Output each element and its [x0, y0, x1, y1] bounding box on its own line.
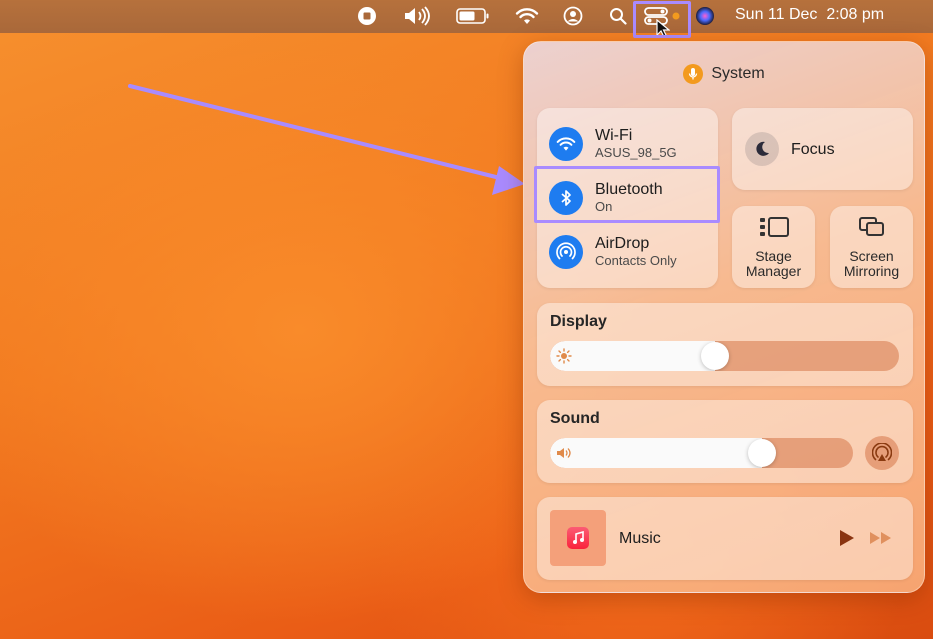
panel-header: System	[524, 64, 924, 84]
airdrop-title: AirDrop	[595, 235, 650, 252]
screen-mirroring-label-2: Mirroring	[843, 262, 900, 279]
fast-forward-icon[interactable]	[869, 531, 893, 550]
stage-manager-tile[interactable]: Stage Manager	[732, 206, 815, 288]
airdrop-status: Contacts Only	[595, 253, 677, 268]
music-note-icon	[567, 527, 589, 549]
wifi-title: Wi-Fi	[595, 127, 633, 144]
airplay-audio-icon	[872, 443, 892, 461]
wifi-toggle[interactable]: Wi-Fi ASUS_98_5G	[549, 126, 677, 161]
sound-slider-fill	[550, 438, 762, 468]
bluetooth-highlight	[534, 166, 720, 223]
airdrop-toggle[interactable]: AirDrop Contacts Only	[549, 234, 677, 269]
play-icon[interactable]	[837, 529, 855, 552]
screen-mirroring-label-1: Screen	[849, 247, 894, 264]
focus-tile[interactable]: Focus	[732, 108, 913, 190]
focus-label: Focus	[791, 140, 835, 158]
display-tile: Display	[537, 303, 913, 386]
display-brightness-slider[interactable]	[550, 341, 899, 371]
panel-header-label: System	[711, 65, 765, 82]
stage-manager-icon	[758, 216, 790, 243]
speaker-icon	[556, 445, 572, 461]
stage-manager-label-1: Stage	[755, 247, 792, 264]
microphone-icon	[683, 64, 704, 84]
display-slider-fill	[550, 341, 715, 371]
brightness-icon	[556, 348, 572, 364]
stage-manager-label-2: Manager	[745, 262, 802, 279]
airdrop-icon	[549, 234, 583, 269]
moon-icon	[745, 132, 779, 166]
screen-mirroring-icon	[858, 216, 886, 243]
sound-title: Sound	[550, 410, 600, 427]
control-center-panel: System Wi-Fi ASUS_98_5G Bluetooth On Air…	[523, 41, 925, 593]
music-tile: Music	[537, 497, 913, 580]
sound-volume-slider[interactable]	[550, 438, 853, 468]
album-artwork[interactable]	[550, 510, 606, 566]
wifi-icon	[549, 126, 583, 161]
screen-mirroring-tile[interactable]: Screen Mirroring	[830, 206, 913, 288]
sound-tile: Sound	[537, 400, 913, 483]
music-title: Music	[619, 530, 661, 547]
wifi-network-name: ASUS_98_5G	[595, 145, 677, 160]
display-title: Display	[550, 313, 607, 330]
sound-slider-knob[interactable]	[748, 439, 776, 467]
display-slider-knob[interactable]	[701, 342, 729, 370]
airplay-audio-button[interactable]	[865, 436, 899, 470]
